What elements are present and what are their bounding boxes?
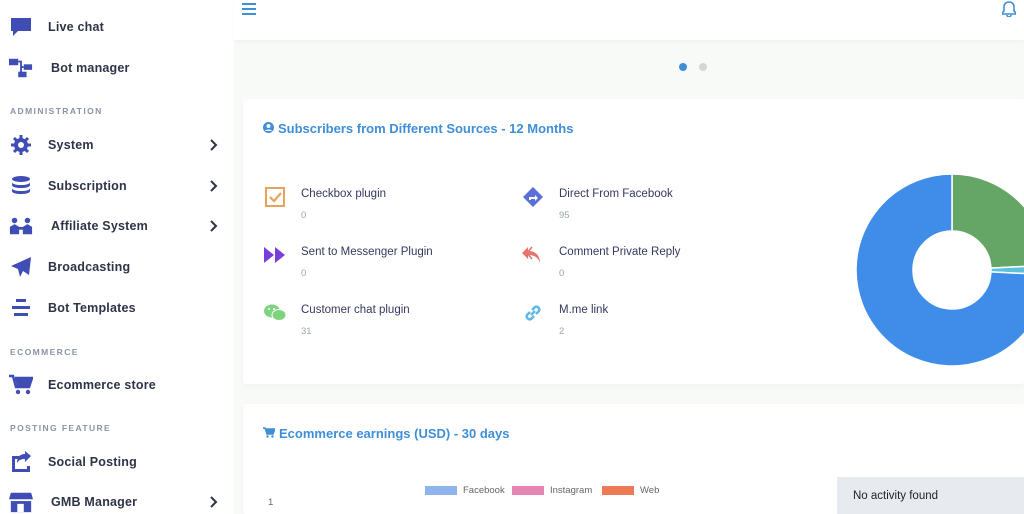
- wechat-icon: [264, 302, 286, 324]
- section-heading: ADMINISTRATION: [10, 106, 103, 116]
- activity-toast: No activity found: [837, 477, 1024, 514]
- chevron-right-icon: [209, 219, 219, 233]
- source-value: 0: [301, 268, 307, 279]
- sidebar-item-gmb-manager[interactable]: GMB Manager: [0, 484, 234, 514]
- chevron-right-icon: [209, 138, 219, 152]
- user-circle-icon: [263, 121, 274, 136]
- carousel-dot-active[interactable]: [679, 63, 687, 71]
- bell-icon[interactable]: [1001, 1, 1018, 18]
- legend-label: Instagram: [550, 485, 593, 496]
- sidebar-item-system[interactable]: System: [0, 127, 234, 163]
- coins-icon: [9, 174, 33, 198]
- legend-item-facebook[interactable]: Facebook: [425, 485, 505, 496]
- source-label: Comment Private Reply: [559, 246, 681, 258]
- card-title: Ecommerce earnings (USD) - 30 days: [263, 426, 509, 441]
- legend-item-web[interactable]: Web: [602, 485, 659, 496]
- sidebar-item-label: Bot Templates: [48, 301, 136, 315]
- sidebar-item-live-chat[interactable]: Live chat: [0, 9, 234, 45]
- carousel-dot[interactable]: [699, 63, 707, 71]
- subscribers-donut-chart: [855, 173, 1024, 367]
- sidebar-item-bot-templates[interactable]: Bot Templates: [0, 290, 234, 326]
- share-icon: [9, 450, 33, 474]
- sidebar: Live chat Bot manager ADMINISTRATION Sys…: [0, 0, 234, 514]
- sidebar-item-affiliate-system[interactable]: Affiliate System: [0, 208, 234, 244]
- hamburger-icon[interactable]: [242, 2, 258, 16]
- gear-icon: [9, 133, 33, 157]
- legend-swatch: [512, 486, 544, 495]
- source-label: Customer chat plugin: [301, 304, 410, 316]
- legend-label: Facebook: [463, 485, 505, 496]
- sidebar-item-label: GMB Manager: [51, 495, 138, 509]
- card-title-text: Subscribers from Different Sources - 12 …: [278, 121, 574, 136]
- subscribers-card: Subscribers from Different Sources - 12 …: [243, 99, 1024, 384]
- legend-label: Web: [640, 485, 660, 496]
- sidebar-item-label: Bot manager: [51, 61, 130, 75]
- sidebar-item-label: Broadcasting: [48, 260, 131, 274]
- forward-icon: [264, 244, 286, 266]
- source-value: 31: [301, 326, 312, 337]
- card-title: Subscribers from Different Sources - 12 …: [263, 121, 573, 136]
- chevron-right-icon: [209, 179, 219, 193]
- source-value: 95: [559, 210, 570, 221]
- source-value: 0: [559, 268, 565, 279]
- sidebar-item-label: Live chat: [48, 20, 104, 34]
- sidebar-item-label: Affiliate System: [51, 219, 148, 233]
- source-label: Sent to Messenger Plugin: [301, 246, 433, 258]
- people-icon: [9, 214, 33, 238]
- source-label: Direct From Facebook: [559, 188, 673, 200]
- legend-swatch: [425, 486, 457, 495]
- link-icon: [522, 302, 544, 324]
- direction-icon: [522, 186, 544, 208]
- sidebar-item-subscription[interactable]: Subscription: [0, 168, 234, 204]
- section-heading: POSTING FEATURE: [10, 423, 112, 433]
- cart-icon: [9, 373, 33, 397]
- bot-manager-icon: [9, 56, 33, 80]
- chat-icon: [9, 15, 33, 39]
- reply-all-icon: [522, 244, 544, 266]
- sidebar-item-ecommerce-store[interactable]: Ecommerce store: [0, 367, 234, 403]
- store-icon: [9, 490, 33, 514]
- source-value: 0: [301, 210, 307, 221]
- source-label: Checkbox plugin: [301, 188, 387, 200]
- cart-icon: [263, 426, 277, 441]
- sidebar-item-label: Social Posting: [48, 455, 137, 469]
- sidebar-item-broadcasting[interactable]: Broadcasting: [0, 249, 234, 285]
- donut-slice[interactable]: [951, 173, 1024, 269]
- topbar: [234, 0, 1024, 40]
- sidebar-item-label: System: [48, 138, 94, 152]
- sidebar-item-label: Ecommerce store: [48, 378, 156, 392]
- y-axis-tick: 1: [268, 497, 274, 508]
- sidebar-item-label: Subscription: [48, 179, 127, 193]
- legend-swatch: [602, 486, 634, 495]
- sidebar-item-social-posting[interactable]: Social Posting: [0, 444, 234, 480]
- paper-plane-icon: [9, 255, 33, 279]
- legend-item-instagram[interactable]: Instagram: [512, 485, 592, 496]
- template-icon: [9, 296, 33, 320]
- source-value: 2: [559, 326, 565, 337]
- section-heading: ECOMMERCE: [10, 347, 79, 357]
- checkbox-icon: [264, 186, 286, 208]
- sidebar-item-bot-manager[interactable]: Bot manager: [0, 50, 234, 86]
- chevron-right-icon: [209, 495, 219, 509]
- source-label: M.me link: [559, 304, 609, 316]
- card-title-text: Ecommerce earnings (USD) - 30 days: [279, 426, 510, 441]
